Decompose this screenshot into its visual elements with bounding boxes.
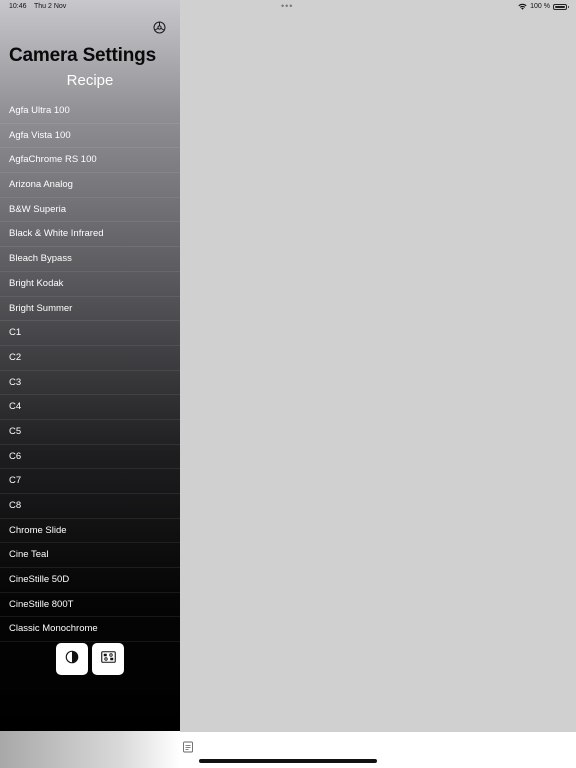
recipe-item[interactable]: C7 [0, 469, 180, 494]
recipe-item[interactable]: C1 [0, 321, 180, 346]
sidebar: Camera Settings Recipe Agfa Ultra 100 Ag… [0, 0, 180, 731]
recipe-item[interactable]: Agfa Ultra 100 [0, 99, 180, 124]
settings-icon[interactable] [153, 21, 166, 34]
page-title: Camera Settings [9, 45, 156, 66]
recipe-item[interactable]: B&W Superia [0, 198, 180, 223]
recipe-item[interactable]: Bleach Bypass [0, 247, 180, 272]
filter-button[interactable] [92, 643, 124, 675]
recipe-item[interactable]: Black & White Infrared [0, 222, 180, 248]
recipe-item[interactable]: C2 [0, 346, 180, 371]
recipe-item[interactable]: C4 [0, 395, 180, 420]
contrast-icon [65, 650, 79, 669]
status-bar: 10:46 Thu 2 Nov ••• 100 % [0, 0, 576, 14]
toolbar-divider [180, 731, 576, 732]
recipe-item[interactable]: Bright Summer [0, 297, 180, 322]
status-right: 100 % [518, 3, 569, 10]
recipe-item[interactable]: Arizona Analog [0, 173, 180, 198]
recipe-item[interactable]: CineStille 800T [0, 593, 180, 618]
status-date: Thu 2 Nov [34, 3, 67, 10]
recipe-item[interactable]: Agfa Vista 100 [0, 124, 180, 149]
filter-icon [100, 650, 116, 668]
recipe-item[interactable]: C5 [0, 420, 180, 445]
recipe-item[interactable]: C6 [0, 445, 180, 470]
document-icon[interactable] [182, 740, 194, 753]
recipe-subtitle: Recipe [66, 72, 114, 89]
recipe-item[interactable]: Bright Kodak [0, 272, 180, 297]
recipe-item[interactable]: CineStille 50D [0, 568, 180, 593]
contrast-button[interactable] [56, 643, 88, 675]
battery-icon [553, 3, 569, 10]
home-indicator[interactable] [199, 759, 377, 763]
multitasking-dots[interactable]: ••• [281, 1, 293, 11]
recipe-item[interactable]: Chrome Slide [0, 519, 180, 544]
wifi-icon [518, 3, 527, 10]
recipe-list: Agfa Ultra 100 Agfa Vista 100 AgfaChrome… [0, 99, 180, 643]
recipe-item[interactable]: AgfaChrome RS 100 [0, 148, 180, 174]
battery-percent: 100 % [530, 3, 550, 10]
status-time: 10:46 [9, 3, 27, 10]
recipe-item[interactable]: Classic Monochrome [0, 617, 180, 643]
recipe-item[interactable]: C8 [0, 494, 180, 519]
recipe-item[interactable]: C3 [0, 371, 180, 396]
recipe-item[interactable]: Cine Teal [0, 543, 180, 569]
